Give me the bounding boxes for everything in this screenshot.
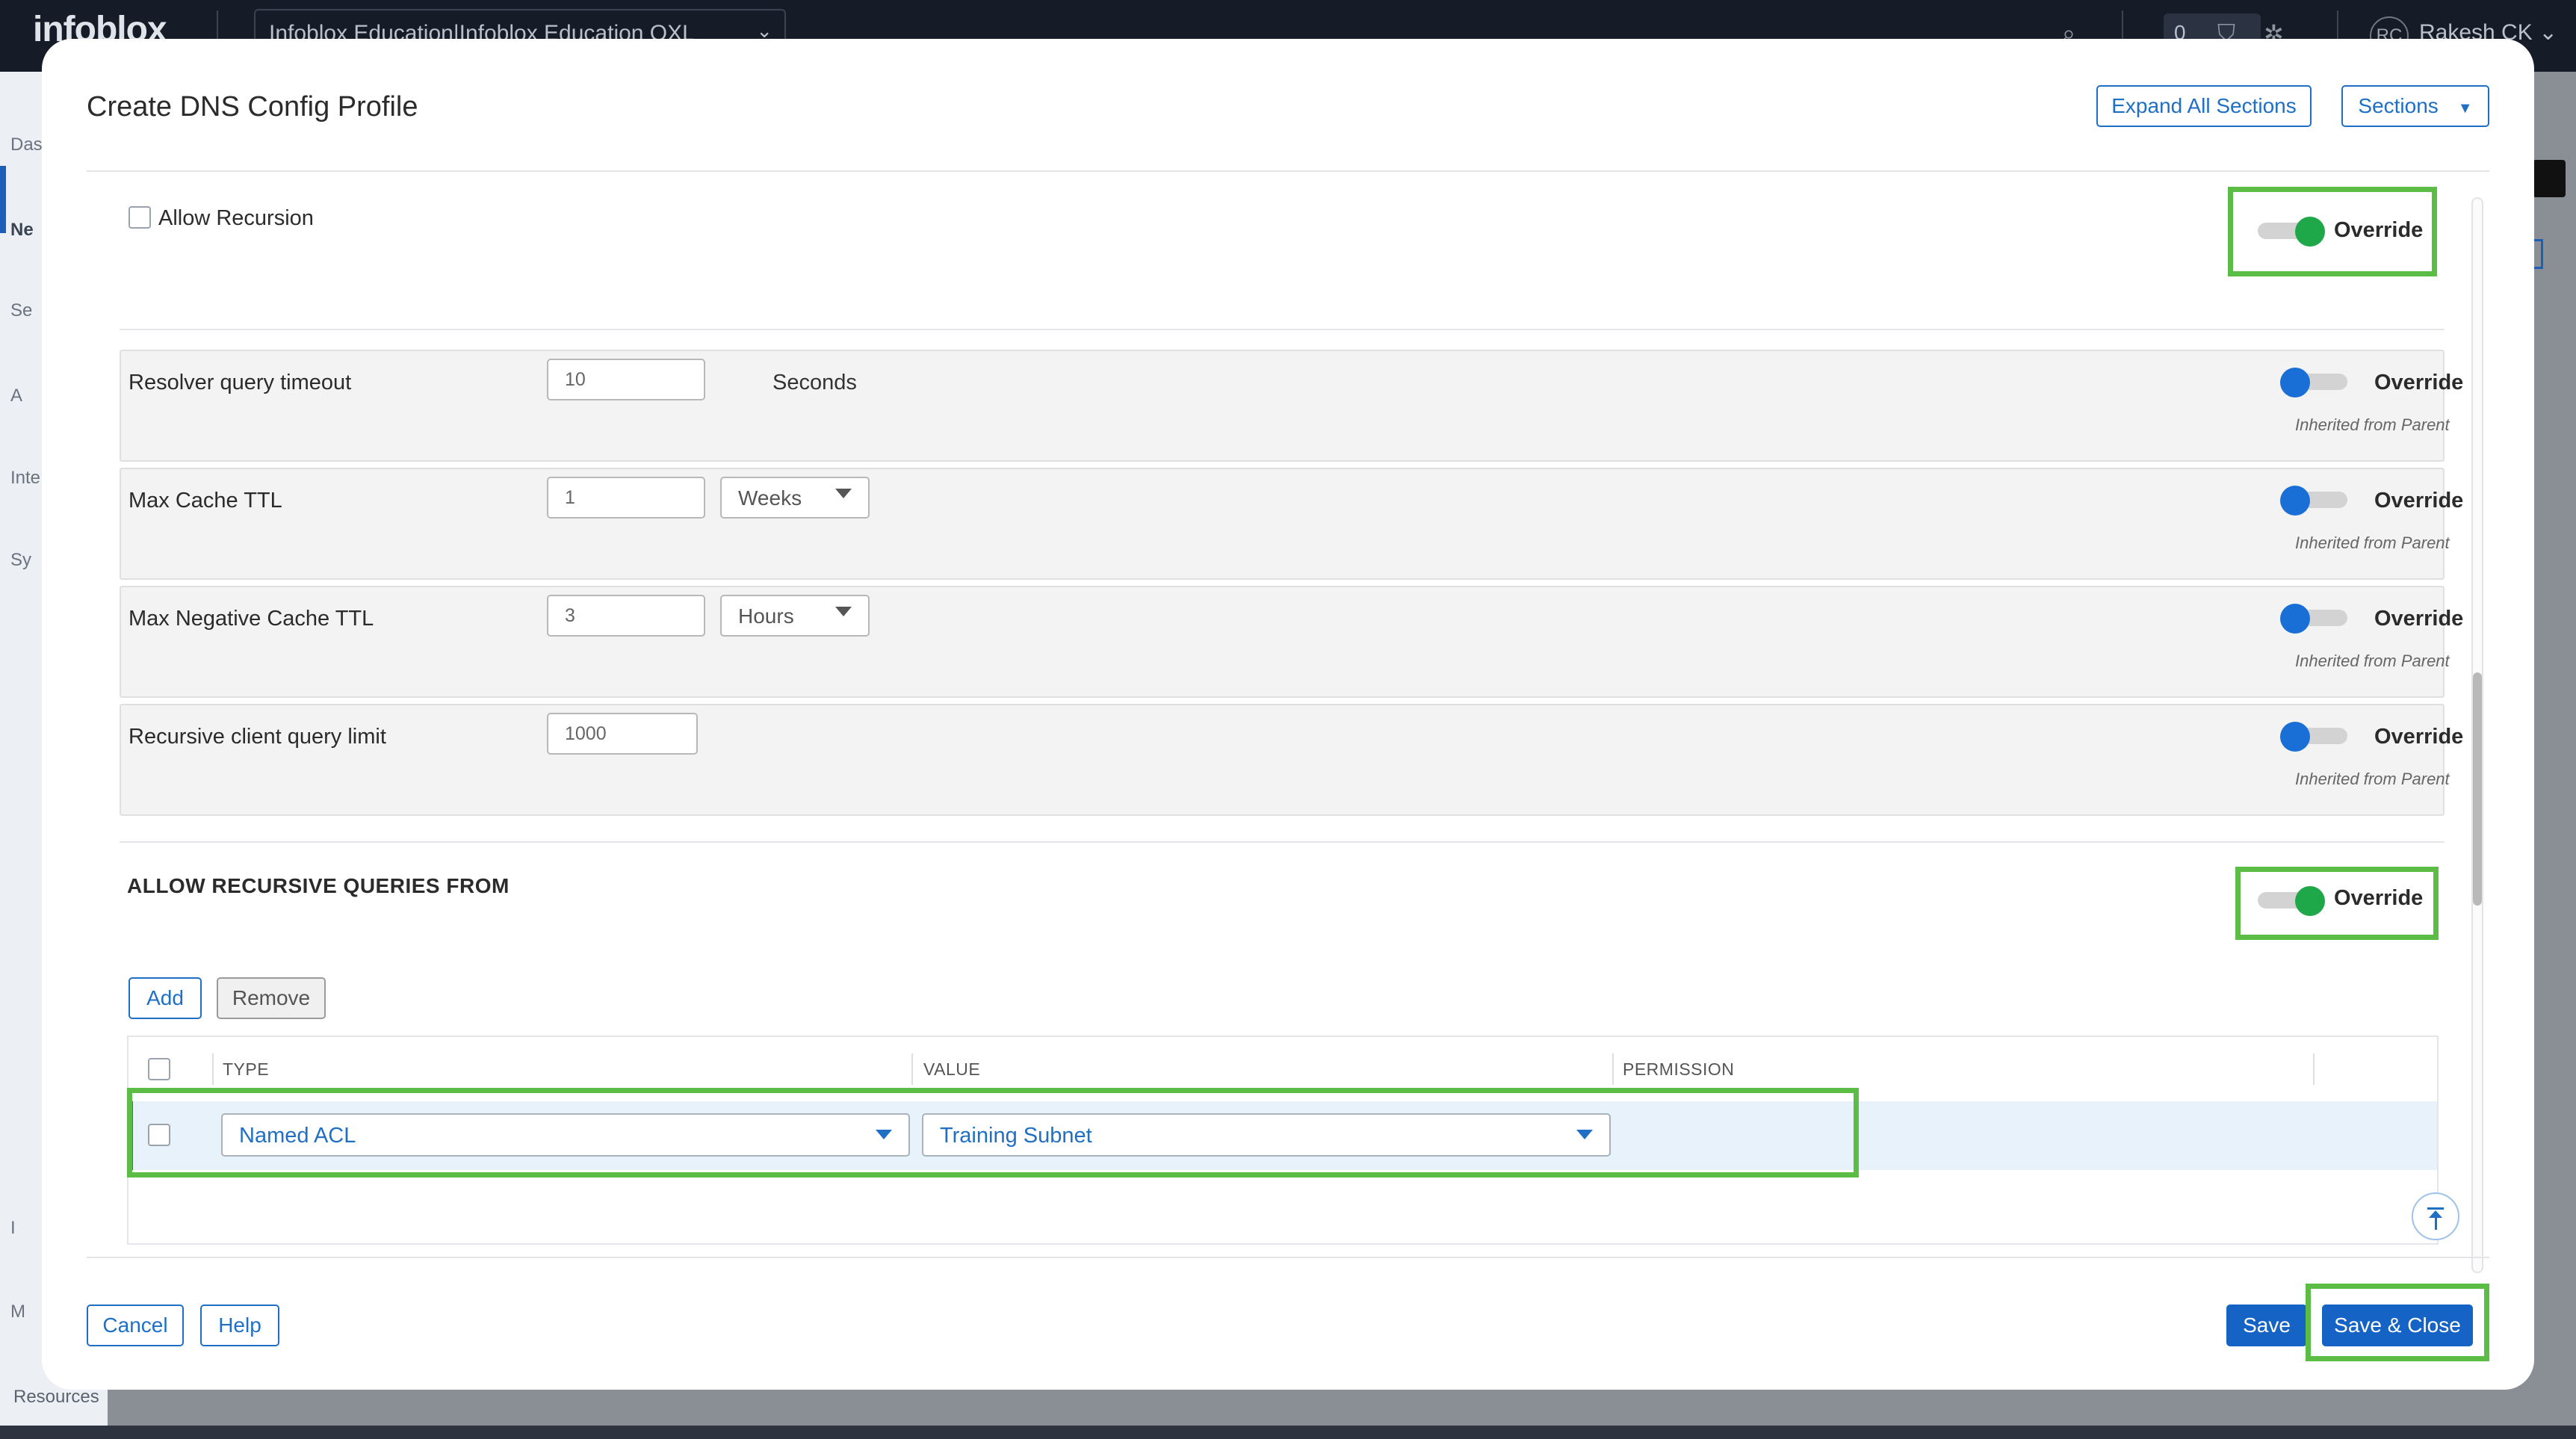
- inherited-note: Inherited from Parent: [2295, 533, 2450, 552]
- setting-label: Recursive client query limit: [129, 725, 386, 749]
- cancel-button[interactable]: Cancel: [87, 1305, 184, 1346]
- override-toggle[interactable]: [2280, 604, 2347, 634]
- inherited-note: Inherited from Parent: [2295, 415, 2450, 434]
- scroll-to-top-button[interactable]: [2412, 1192, 2459, 1240]
- section-divider: [120, 329, 2445, 330]
- setting-label: Max Negative Cache TTL: [129, 607, 374, 631]
- allow-recursion-checkbox[interactable]: [129, 206, 151, 229]
- highlight-box: [127, 1088, 1859, 1177]
- column-header-permission[interactable]: PERMISSION: [1623, 1059, 1734, 1080]
- selected-unit: Weeks: [738, 486, 802, 510]
- add-button[interactable]: Add: [129, 977, 202, 1019]
- max-cache-ttl-input[interactable]: 1: [547, 477, 705, 519]
- sidebar-item-dashboard[interactable]: Das: [10, 134, 43, 155]
- inherited-note: Inherited from Parent: [2295, 770, 2450, 788]
- sidebar-item-system[interactable]: Sy: [10, 550, 31, 571]
- unit-label: Seconds: [773, 371, 857, 394]
- footer-divider: [87, 1257, 2489, 1258]
- column-divider: [212, 1053, 214, 1085]
- section-divider: [120, 841, 2445, 843]
- caret-down-icon: [835, 489, 852, 498]
- setting-row-recursive-client-query-limit: Recursive client query limit 1000 Overri…: [120, 704, 2463, 816]
- override-label: Override: [2374, 489, 2464, 513]
- remove-button[interactable]: Remove: [217, 977, 326, 1019]
- background-element: [2533, 160, 2566, 197]
- scrollbar-thumb[interactable]: [2473, 672, 2482, 906]
- setting-label: Resolver query timeout: [129, 371, 352, 394]
- column-divider: [2313, 1053, 2315, 1085]
- sidebar-resources[interactable]: Resources: [13, 1387, 99, 1408]
- sidebar-item-security[interactable]: Se: [10, 300, 32, 321]
- column-header-value[interactable]: VALUE: [923, 1059, 980, 1080]
- override-toggle[interactable]: [2280, 368, 2347, 397]
- max-negative-cache-ttl-input[interactable]: 3: [547, 595, 705, 637]
- dialog-title: Create DNS Config Profile: [87, 91, 418, 123]
- sidebar-item-networks[interactable]: Ne: [10, 220, 34, 241]
- override-toggle[interactable]: [2280, 722, 2347, 752]
- sidebar-item-info[interactable]: I: [10, 1218, 16, 1239]
- highlight-box: [2228, 187, 2437, 276]
- section-heading: ALLOW RECURSIVE QUERIES FROM: [127, 874, 510, 897]
- sections-dropdown[interactable]: Sections ▼: [2341, 85, 2489, 127]
- arrow-up-to-line-icon: [2427, 1207, 2444, 1210]
- sidebar-item-automation[interactable]: A: [10, 386, 22, 406]
- override-label: Override: [2374, 725, 2464, 749]
- caret-down-icon: ▼: [2457, 100, 2473, 117]
- expand-all-sections-button[interactable]: Expand All Sections: [2096, 85, 2312, 127]
- create-dns-config-profile-dialog: Create DNS Config Profile Expand All Sec…: [42, 39, 2534, 1390]
- setting-label: Max Cache TTL: [129, 489, 282, 513]
- allow-recursion-label: Allow Recursion: [158, 206, 314, 230]
- override-label: Override: [2374, 371, 2464, 394]
- selected-unit: Hours: [738, 604, 794, 628]
- resolver-timeout-input[interactable]: 10: [547, 359, 705, 400]
- save-button[interactable]: Save: [2226, 1305, 2307, 1346]
- override-toggle[interactable]: [2280, 486, 2347, 516]
- max-cache-ttl-unit-select[interactable]: Weeks: [720, 477, 870, 519]
- sidebar-active-indicator: [0, 166, 6, 233]
- override-label: Override: [2374, 607, 2464, 631]
- column-header-type[interactable]: TYPE: [223, 1059, 269, 1080]
- inherited-note: Inherited from Parent: [2295, 652, 2450, 670]
- caret-down-icon: [835, 607, 852, 616]
- setting-row-resolver-query-timeout: Resolver query timeout 10 Seconds Overri…: [120, 350, 2463, 462]
- sidebar-item-more[interactable]: M: [10, 1302, 25, 1322]
- column-divider: [1612, 1053, 1614, 1085]
- column-divider: [911, 1053, 913, 1085]
- header-divider: [87, 170, 2489, 172]
- sidebar-item-integrations[interactable]: Inte: [10, 468, 40, 489]
- highlight-box: [2306, 1284, 2489, 1361]
- help-button[interactable]: Help: [200, 1305, 279, 1346]
- recursive-client-query-limit-input[interactable]: 1000: [547, 713, 698, 755]
- max-negative-cache-ttl-unit-select[interactable]: Hours: [720, 595, 870, 637]
- sections-label: Sections: [2358, 94, 2439, 117]
- background-element: [2533, 239, 2543, 269]
- select-all-checkbox[interactable]: [148, 1058, 170, 1080]
- setting-row-max-cache-ttl: Max Cache TTL 1 Weeks Override Inherited…: [120, 468, 2463, 580]
- highlight-box: [2235, 867, 2439, 940]
- bottom-strip: [0, 1426, 2576, 1439]
- setting-row-max-negative-cache-ttl: Max Negative Cache TTL 3 Hours Override …: [120, 586, 2463, 698]
